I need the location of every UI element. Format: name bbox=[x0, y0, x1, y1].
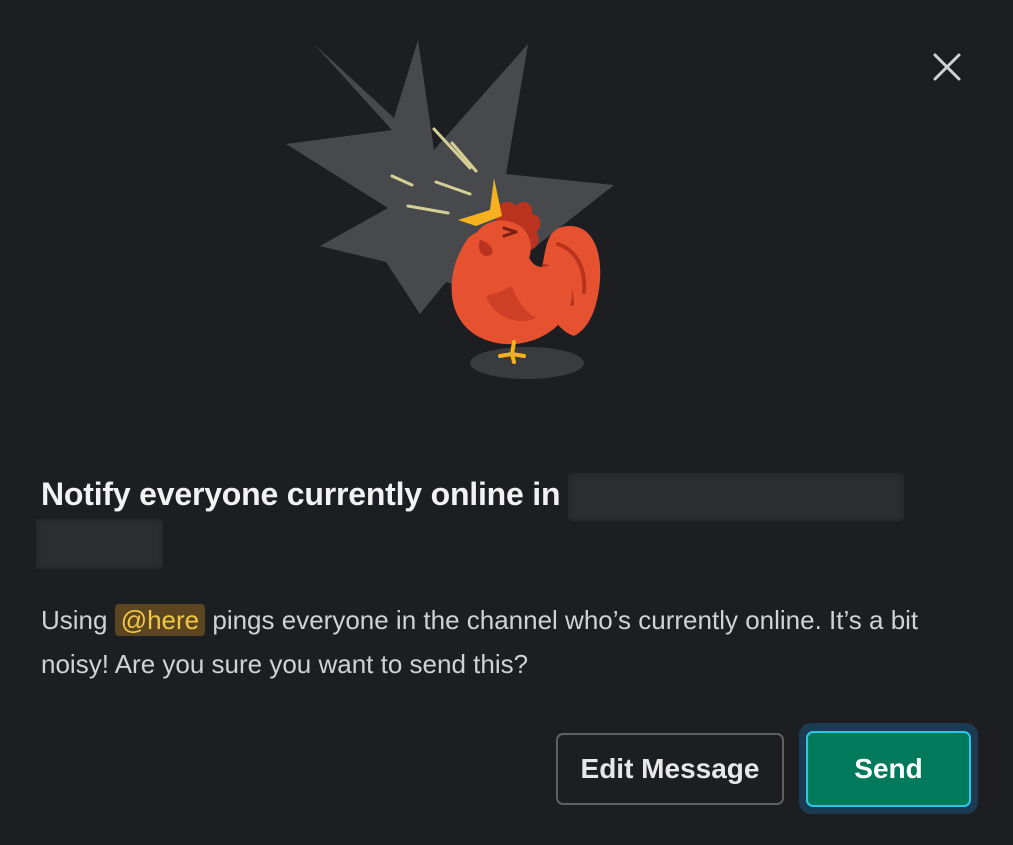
dialog-title: Notify everyone currently online in bbox=[41, 470, 971, 521]
description-lead: Using bbox=[41, 605, 115, 635]
rooster-illustration bbox=[286, 40, 614, 379]
here-mention-badge: @here bbox=[114, 604, 206, 636]
here-mention-confirm-dialog: Notify everyone currently online in Usin… bbox=[0, 0, 1013, 845]
close-icon bbox=[933, 53, 961, 81]
dialog-description: Using @here pings everyone in the channe… bbox=[41, 598, 976, 686]
edit-message-button[interactable]: Edit Message bbox=[556, 733, 784, 805]
rooster-shadow bbox=[470, 347, 584, 379]
redacted-channel-name bbox=[568, 472, 905, 521]
dialog-title-text: Notify everyone currently online in bbox=[41, 476, 561, 512]
close-button[interactable] bbox=[926, 46, 968, 88]
send-button[interactable]: Send bbox=[806, 731, 971, 807]
redacted-channel-name-continued bbox=[36, 519, 163, 569]
